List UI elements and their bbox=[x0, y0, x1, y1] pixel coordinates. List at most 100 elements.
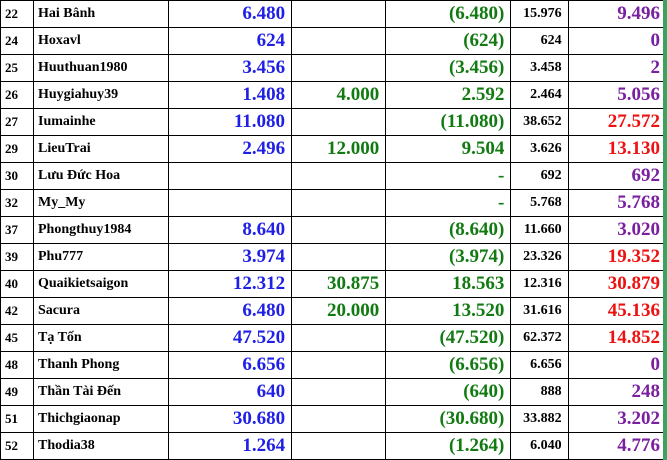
amount-b-cell[interactable]: 12.000 bbox=[291, 135, 387, 163]
balance-cell[interactable]: 13.520 bbox=[385, 297, 512, 325]
balance-cell[interactable]: (47.520) bbox=[385, 324, 512, 352]
result-cell[interactable]: 248 bbox=[567, 378, 667, 406]
amount-a-cell[interactable]: 640 bbox=[168, 378, 293, 406]
member-name-cell[interactable]: Iumainhe bbox=[32, 108, 170, 136]
amount-b-cell[interactable] bbox=[291, 405, 387, 433]
member-name-cell[interactable]: Tạ Tốn bbox=[32, 324, 170, 352]
amount-a-cell[interactable]: 6.480 bbox=[168, 297, 293, 325]
amount-a-cell[interactable]: 30.680 bbox=[168, 405, 293, 433]
balance-cell[interactable]: 2.592 bbox=[385, 81, 512, 109]
amount-b-cell[interactable] bbox=[291, 162, 387, 190]
amount-b-cell[interactable] bbox=[291, 54, 387, 82]
member-name-cell[interactable]: Thichgiaonap bbox=[32, 405, 170, 433]
row-number-cell[interactable]: 42 bbox=[0, 297, 34, 325]
member-name-cell[interactable]: Quaikietsaigon bbox=[32, 270, 170, 298]
amount-d-cell[interactable]: 692 bbox=[510, 162, 569, 190]
scrollbar-edge[interactable] bbox=[663, 0, 667, 460]
amount-a-cell[interactable]: 8.640 bbox=[168, 216, 293, 244]
result-cell[interactable]: 0 bbox=[567, 351, 667, 379]
row-number-cell[interactable]: 48 bbox=[0, 351, 34, 379]
amount-b-cell[interactable] bbox=[291, 351, 387, 379]
amount-d-cell[interactable]: 5.768 bbox=[510, 189, 569, 217]
member-name-cell[interactable]: Hoxavl bbox=[32, 27, 170, 55]
amount-b-cell[interactable]: 30.875 bbox=[291, 270, 387, 298]
result-cell[interactable]: 3.020 bbox=[567, 216, 667, 244]
row-number-cell[interactable]: 40 bbox=[0, 270, 34, 298]
balance-cell[interactable]: - bbox=[385, 189, 512, 217]
member-name-cell[interactable]: Huygiahuy39 bbox=[32, 81, 170, 109]
member-name-cell[interactable]: Hai Bânh bbox=[32, 0, 170, 28]
amount-a-cell[interactable]: 1.264 bbox=[168, 432, 293, 460]
row-number-cell[interactable]: 37 bbox=[0, 216, 34, 244]
amount-d-cell[interactable]: 6.040 bbox=[510, 432, 569, 460]
balance-cell[interactable]: (11.080) bbox=[385, 108, 512, 136]
member-name-cell[interactable]: My_My bbox=[32, 189, 170, 217]
row-number-cell[interactable]: 52 bbox=[0, 432, 34, 460]
amount-d-cell[interactable]: 38.652 bbox=[510, 108, 569, 136]
result-cell[interactable]: 4.776 bbox=[567, 432, 667, 460]
member-name-cell[interactable]: Phu777 bbox=[32, 243, 170, 271]
amount-a-cell[interactable]: 47.520 bbox=[168, 324, 293, 352]
amount-b-cell[interactable] bbox=[291, 216, 387, 244]
amount-d-cell[interactable]: 31.616 bbox=[510, 297, 569, 325]
amount-b-cell[interactable]: 20.000 bbox=[291, 297, 387, 325]
amount-d-cell[interactable]: 12.316 bbox=[510, 270, 569, 298]
row-number-cell[interactable]: 27 bbox=[0, 108, 34, 136]
result-cell[interactable]: 19.352 bbox=[567, 243, 667, 271]
row-number-cell[interactable]: 32 bbox=[0, 189, 34, 217]
result-cell[interactable]: 3.202 bbox=[567, 405, 667, 433]
result-cell[interactable]: 0 bbox=[567, 27, 667, 55]
amount-a-cell[interactable]: 6.656 bbox=[168, 351, 293, 379]
member-name-cell[interactable]: Thodia38 bbox=[32, 432, 170, 460]
amount-d-cell[interactable]: 15.976 bbox=[510, 0, 569, 28]
result-cell[interactable]: 9.496 bbox=[567, 0, 667, 28]
amount-b-cell[interactable] bbox=[291, 189, 387, 217]
amount-b-cell[interactable] bbox=[291, 0, 387, 28]
amount-d-cell[interactable]: 11.660 bbox=[510, 216, 569, 244]
result-cell[interactable]: 14.852 bbox=[567, 324, 667, 352]
row-number-cell[interactable]: 26 bbox=[0, 81, 34, 109]
amount-b-cell[interactable] bbox=[291, 432, 387, 460]
amount-a-cell[interactable] bbox=[168, 189, 293, 217]
amount-d-cell[interactable]: 33.882 bbox=[510, 405, 569, 433]
amount-b-cell[interactable] bbox=[291, 378, 387, 406]
balance-cell[interactable]: (30.680) bbox=[385, 405, 512, 433]
balance-cell[interactable]: 9.504 bbox=[385, 135, 512, 163]
row-number-cell[interactable]: 51 bbox=[0, 405, 34, 433]
member-name-cell[interactable]: Thanh Phong bbox=[32, 351, 170, 379]
amount-a-cell[interactable] bbox=[168, 162, 293, 190]
row-number-cell[interactable]: 45 bbox=[0, 324, 34, 352]
amount-b-cell[interactable] bbox=[291, 243, 387, 271]
balance-cell[interactable]: (3.456) bbox=[385, 54, 512, 82]
balance-cell[interactable]: - bbox=[385, 162, 512, 190]
member-name-cell[interactable]: Huuthuan1980 bbox=[32, 54, 170, 82]
result-cell[interactable]: 5.056 bbox=[567, 81, 667, 109]
amount-d-cell[interactable]: 2.464 bbox=[510, 81, 569, 109]
amount-a-cell[interactable]: 6.480 bbox=[168, 0, 293, 28]
amount-b-cell[interactable] bbox=[291, 27, 387, 55]
balance-cell[interactable]: (6.656) bbox=[385, 351, 512, 379]
amount-d-cell[interactable]: 888 bbox=[510, 378, 569, 406]
row-number-cell[interactable]: 24 bbox=[0, 27, 34, 55]
amount-d-cell[interactable]: 62.372 bbox=[510, 324, 569, 352]
member-name-cell[interactable]: Sacura bbox=[32, 297, 170, 325]
result-cell[interactable]: 692 bbox=[567, 162, 667, 190]
amount-a-cell[interactable]: 1.408 bbox=[168, 81, 293, 109]
row-number-cell[interactable]: 22 bbox=[0, 0, 34, 28]
balance-cell[interactable]: (6.480) bbox=[385, 0, 512, 28]
amount-b-cell[interactable] bbox=[291, 324, 387, 352]
row-number-cell[interactable]: 25 bbox=[0, 54, 34, 82]
balance-cell[interactable]: (640) bbox=[385, 378, 512, 406]
amount-d-cell[interactable]: 6.656 bbox=[510, 351, 569, 379]
amount-a-cell[interactable]: 624 bbox=[168, 27, 293, 55]
amount-d-cell[interactable]: 624 bbox=[510, 27, 569, 55]
amount-a-cell[interactable]: 12.312 bbox=[168, 270, 293, 298]
row-number-cell[interactable]: 49 bbox=[0, 378, 34, 406]
result-cell[interactable]: 45.136 bbox=[567, 297, 667, 325]
result-cell[interactable]: 13.130 bbox=[567, 135, 667, 163]
amount-a-cell[interactable]: 11.080 bbox=[168, 108, 293, 136]
row-number-cell[interactable]: 30 bbox=[0, 162, 34, 190]
amount-a-cell[interactable]: 2.496 bbox=[168, 135, 293, 163]
amount-d-cell[interactable]: 23.326 bbox=[510, 243, 569, 271]
result-cell[interactable]: 2 bbox=[567, 54, 667, 82]
